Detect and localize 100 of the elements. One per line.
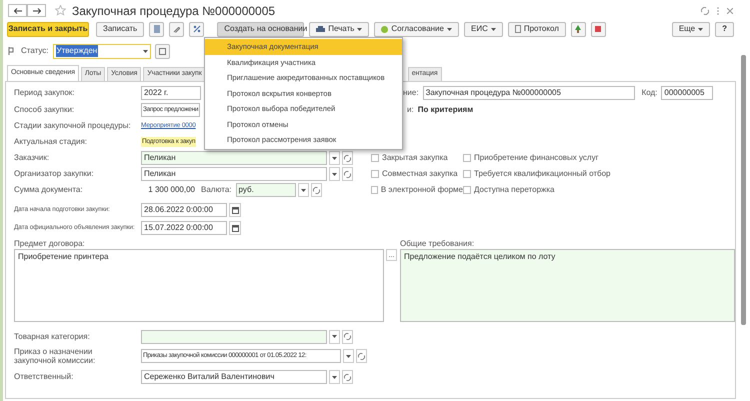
dropdown-button[interactable] xyxy=(329,370,340,384)
close-icon[interactable] xyxy=(727,8,733,14)
checkbox-label: В электронной форме xyxy=(380,184,463,196)
input-field[interactable]: Пеликан xyxy=(141,151,327,165)
caret-icon xyxy=(446,28,452,30)
amount-value: 1 300 000,00 xyxy=(147,184,195,196)
help-button[interactable]: ? xyxy=(715,22,734,36)
eis-button[interactable]: ЕИС xyxy=(464,22,503,36)
save-close-button[interactable]: Записать и закрыть xyxy=(7,22,89,36)
text-area[interactable]: Предложение подаётся целиком по лоту xyxy=(400,249,735,322)
percent-button[interactable] xyxy=(189,22,204,36)
field-label: ние: xyxy=(403,86,419,98)
field-label: Статус: xyxy=(21,45,49,57)
checkbox-label: Требуется квалификационный отбор xyxy=(474,168,610,180)
caret-icon xyxy=(300,188,306,192)
caret-icon xyxy=(357,28,362,30)
text-area[interactable]: Приобретение принтера xyxy=(14,249,384,322)
approval-button[interactable]: Согласование xyxy=(374,22,459,36)
back-button[interactable] xyxy=(8,4,27,17)
input-field[interactable]: 000000005 xyxy=(661,86,714,100)
checkbox[interactable] xyxy=(463,154,471,162)
window-title: Закупочная процедура №000000005 xyxy=(72,2,276,20)
caret-icon xyxy=(332,172,337,176)
caret-icon xyxy=(332,376,337,378)
evaluation-value: По критериям xyxy=(418,104,474,116)
checkbox[interactable] xyxy=(463,170,471,178)
checkbox-label: Приобретение финансовых услуг xyxy=(474,152,599,164)
star-icon[interactable] xyxy=(55,5,66,16)
attach-button[interactable] xyxy=(169,22,184,36)
tree-button[interactable] xyxy=(570,22,586,36)
dropdown-button[interactable] xyxy=(298,183,309,197)
more-button[interactable]: Еще xyxy=(672,22,710,36)
input-field[interactable]: руб. xyxy=(236,183,296,197)
field-label: Период закупок: xyxy=(14,86,76,98)
checkbox-label: Закрытая закупка xyxy=(382,152,448,164)
checkbox[interactable] xyxy=(371,170,379,178)
field-label: Общие требования: xyxy=(400,238,476,249)
caret-icon xyxy=(698,28,704,30)
open-button[interactable] xyxy=(356,349,367,363)
dropdown-button[interactable] xyxy=(329,330,340,344)
open-button[interactable] xyxy=(342,151,353,165)
field-label: Сумма документа: xyxy=(14,184,84,196)
checkbox[interactable] xyxy=(463,186,471,194)
field-label: Способ закупки: xyxy=(14,104,76,116)
calendar-icon xyxy=(232,206,238,214)
dropdown-button[interactable] xyxy=(329,151,340,165)
paperclip-icon xyxy=(173,26,180,32)
create-based-on-button[interactable]: Создать на основании xyxy=(217,22,304,36)
open-button[interactable] xyxy=(342,330,353,344)
field-label: Товарная категория: xyxy=(14,330,91,342)
status-field[interactable]: Утвержден xyxy=(52,44,151,58)
print-button[interactable]: Печать xyxy=(309,22,370,36)
status-value: Утвержден xyxy=(56,45,98,57)
select-button[interactable] xyxy=(154,44,170,58)
save-button[interactable]: Записать xyxy=(96,22,144,36)
input-field[interactable]: 15.07.2022 0:00:00 xyxy=(141,221,227,235)
forward-button[interactable] xyxy=(27,4,46,17)
input-field[interactable]: Пеликан xyxy=(141,167,327,181)
caret-icon xyxy=(332,156,337,160)
list-button[interactable] xyxy=(149,22,164,36)
calendar-icon xyxy=(232,224,238,232)
calendar-button[interactable] xyxy=(229,221,241,235)
field-label: Организатор закупки: xyxy=(14,168,95,180)
caret-icon xyxy=(142,50,148,52)
caret-icon xyxy=(332,335,337,338)
scrollbar[interactable] xyxy=(741,55,746,325)
back-arrow-icon xyxy=(14,8,22,14)
open-button[interactable] xyxy=(310,183,322,197)
tree-icon xyxy=(574,25,582,33)
field-label: Код: xyxy=(642,86,658,98)
input-field[interactable] xyxy=(141,330,327,344)
forward-arrow-icon xyxy=(32,8,40,14)
document-icon xyxy=(514,25,521,33)
percent-icon xyxy=(192,25,201,33)
input-field[interactable]: Закупочная процедура №000000005 xyxy=(422,86,635,100)
list-icon xyxy=(154,25,160,33)
dropdown-button[interactable] xyxy=(329,167,340,181)
field-label: Предмет договора: xyxy=(14,238,86,249)
printer-icon xyxy=(316,26,326,32)
caret-icon xyxy=(490,28,496,30)
field-label: и: xyxy=(407,104,414,116)
field-label: Ответственный: xyxy=(14,371,74,383)
open-button[interactable] xyxy=(342,167,353,181)
window-icon xyxy=(158,48,166,54)
input-field[interactable]: 2022 г. xyxy=(141,86,201,100)
field-label: Приказ о назначении закупочной комиссии: xyxy=(14,347,96,365)
field-label: Валюта: xyxy=(201,184,232,196)
protocol-button[interactable]: Протокол xyxy=(508,22,566,36)
dropdown-button[interactable] xyxy=(343,349,354,363)
field-label: Заказчик: xyxy=(14,152,50,164)
checkbox-label: Совместная закупка xyxy=(382,168,458,180)
circle-icon xyxy=(381,26,388,32)
caret-icon xyxy=(346,354,351,358)
input-field[interactable]: 28.06.2022 0:00:00 xyxy=(141,203,227,217)
calendar-button[interactable] xyxy=(229,203,241,217)
input-field[interactable]: Сереженко Виталий Валентинович xyxy=(141,370,327,384)
checkbox[interactable] xyxy=(371,154,379,162)
open-button[interactable] xyxy=(342,370,353,384)
checkbox[interactable] xyxy=(371,186,378,194)
checkbox-label: Доступна переторжка xyxy=(474,184,554,196)
